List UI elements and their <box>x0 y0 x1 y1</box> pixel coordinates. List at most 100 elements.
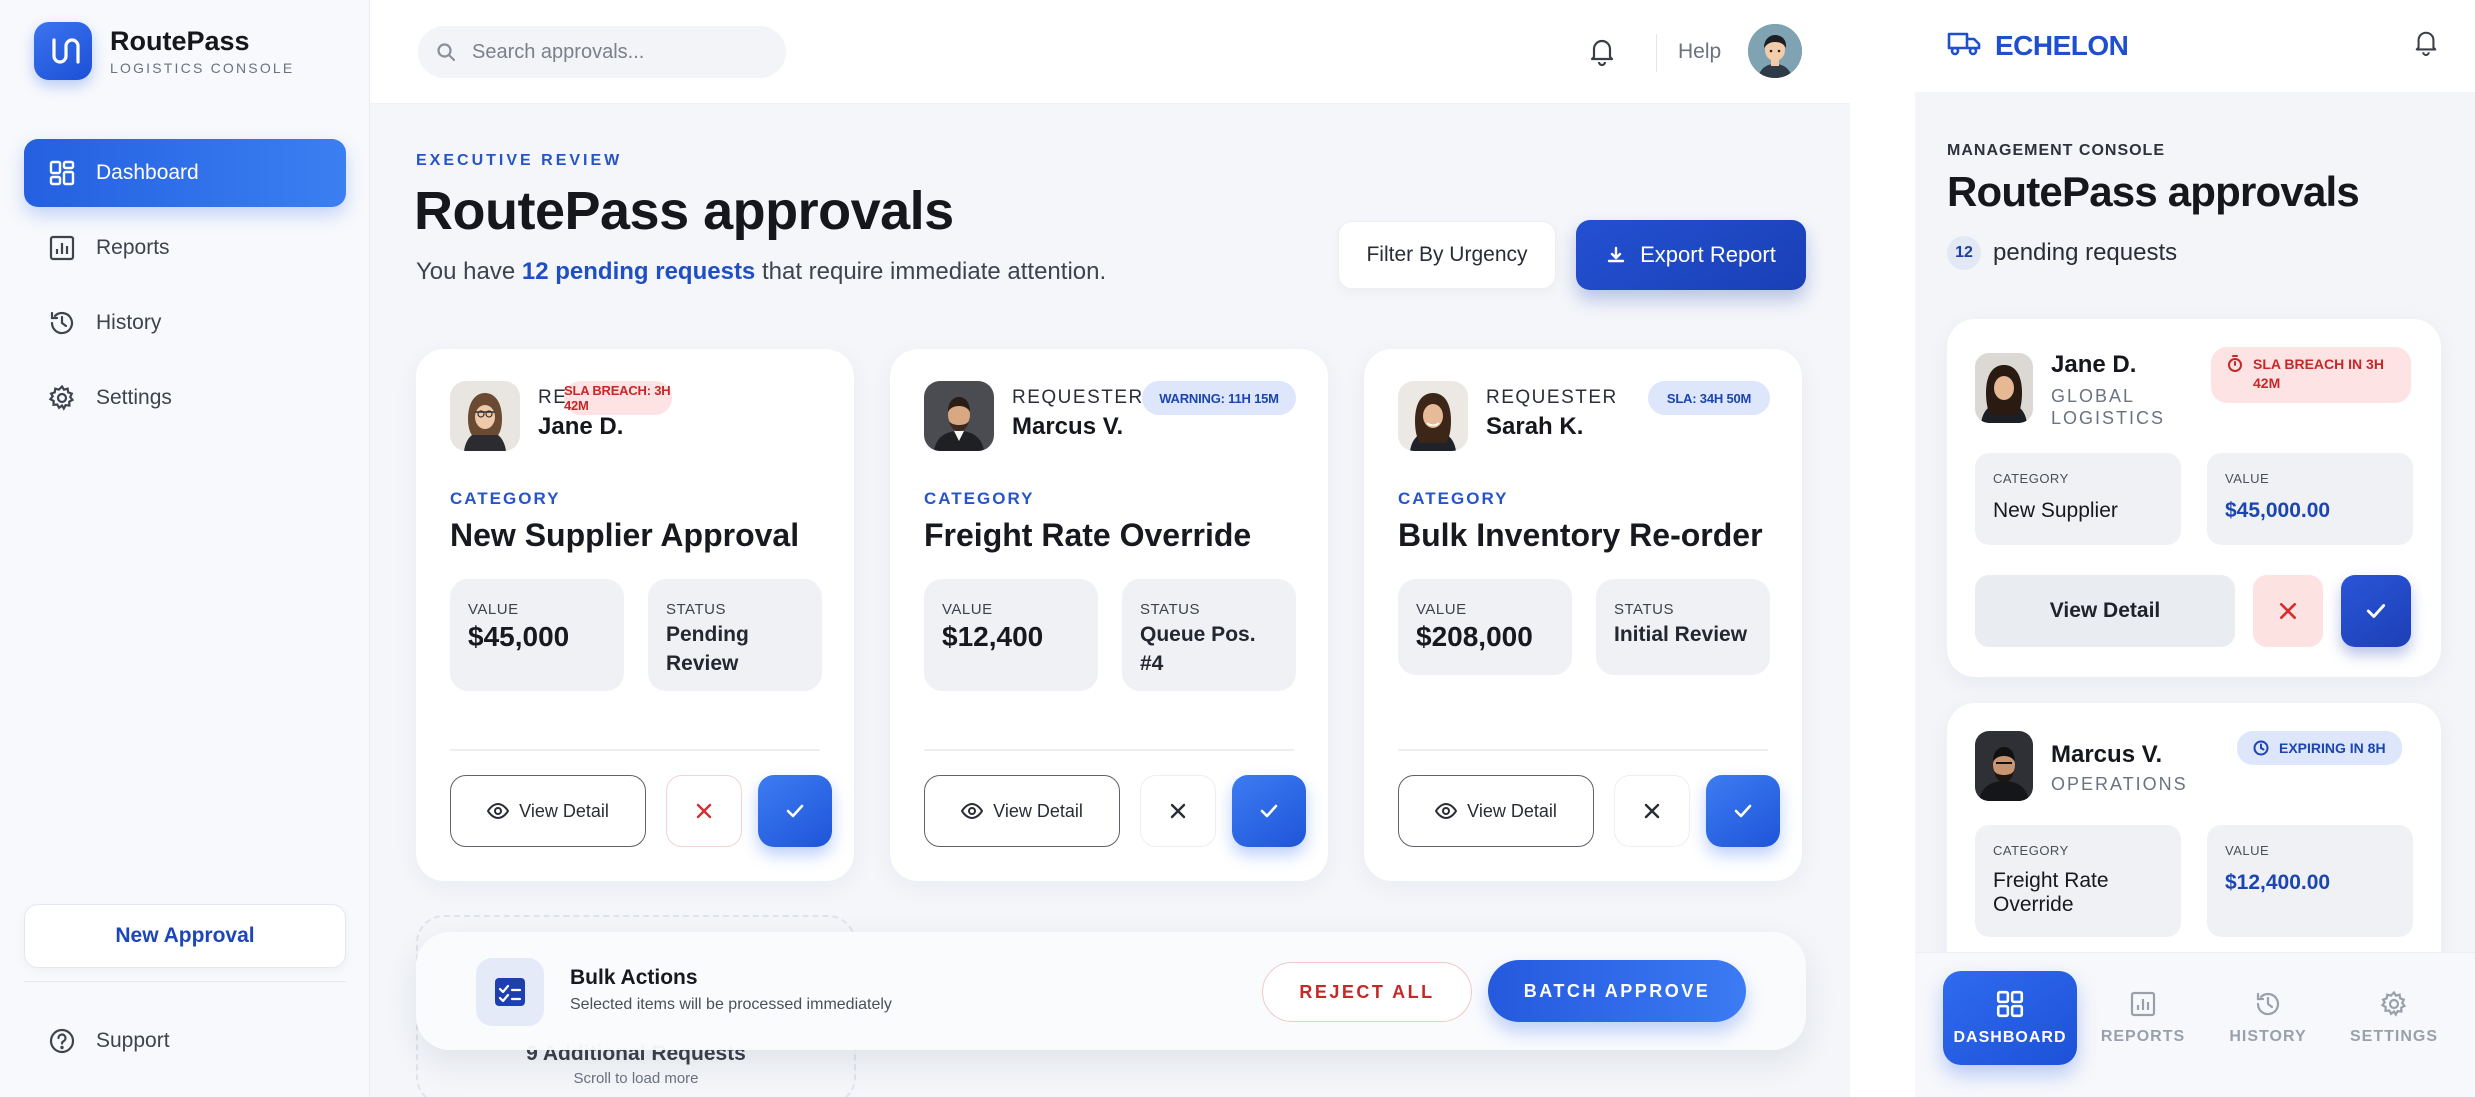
value-label: VALUE <box>468 601 519 618</box>
bulk-actions-bar: Bulk Actions Selected items will be proc… <box>416 932 1806 1050</box>
view-detail-button[interactable]: View Detail <box>1975 575 2235 647</box>
view-detail-button[interactable]: View Detail <box>450 775 646 847</box>
check-icon <box>1260 804 1278 818</box>
approve-button[interactable] <box>758 775 832 847</box>
approval-card: REQUESTER Jane D. SLA BREACH: 3H 42M CAT… <box>416 349 854 881</box>
reject-button[interactable] <box>1140 775 1216 847</box>
warning-badge: WARNING: 11H 15M <box>1142 381 1296 415</box>
pending-count-badge: 12 <box>1947 236 1981 270</box>
history-icon <box>50 311 74 335</box>
mobile-brand: ECHELON <box>1995 30 2129 61</box>
status-label: STATUS <box>1614 601 1674 618</box>
truck-icon <box>1947 30 1981 61</box>
value-label: VALUE <box>1416 601 1467 618</box>
app-name: RoutePass <box>110 26 250 56</box>
lead-text: You have <box>416 258 522 285</box>
tab-settings[interactable]: SETTINGS <box>2327 971 2461 1065</box>
tab-dashboard[interactable]: DASHBOARD <box>1943 971 2077 1065</box>
sla-breach-badge: SLA BREACH IN 3H 42M <box>2211 347 2411 403</box>
view-detail-button[interactable]: View Detail <box>924 775 1120 847</box>
help-link[interactable]: Help <box>1678 40 1721 64</box>
search-icon <box>437 43 456 62</box>
value-amount: $208,000 <box>1416 621 1533 652</box>
value-amount: $45,000 <box>468 621 570 652</box>
requester-name: Jane D. <box>2051 351 2137 378</box>
pending-count-link[interactable]: 12 pending requests <box>522 258 755 285</box>
value-tile: VALUE $45,000 <box>450 579 624 691</box>
requester-avatar <box>1975 731 2033 801</box>
mobile-view: ECHELON MANAGEMENT CONSOLE RoutePass app… <box>1915 0 2475 1097</box>
approve-button[interactable] <box>2341 575 2411 647</box>
sidebar-item-dashboard[interactable]: Dashboard <box>24 139 346 207</box>
new-approval-button[interactable]: New Approval <box>24 904 346 968</box>
approval-card: REQUESTER Sarah K. SLA: 34H 50M CATEGORY… <box>1364 349 1802 881</box>
status-value: Pending Review <box>666 623 749 675</box>
dashboard-icon <box>1996 990 2024 1018</box>
tab-label: SETTINGS <box>2349 1028 2438 1045</box>
additional-requests-hint: Scroll to load more <box>573 1070 699 1087</box>
check-icon <box>786 804 804 818</box>
badge-line: 42M <box>2253 375 2281 391</box>
sidebar-item-reports[interactable]: Reports <box>24 214 346 282</box>
value-label: VALUE <box>2225 471 2270 486</box>
sidebar-item-history[interactable]: History <box>24 289 346 357</box>
category-label: CATEGORY <box>1398 489 1509 508</box>
category-value: Freight Rate Override <box>1993 869 2109 917</box>
sla-badge: SLA: 34H 50M <box>1648 381 1770 415</box>
sidebar-item-label: Settings <box>96 386 172 409</box>
status-tile: STATUS Queue Pos. #4 <box>1122 579 1296 691</box>
requester-label: REQUESTER <box>1012 387 1144 408</box>
history-icon <box>2256 992 2280 1016</box>
search-input[interactable]: Search approvals... <box>418 26 786 78</box>
page-lead: You have 12 pending requests that requir… <box>416 258 1106 286</box>
category-title: New Supplier Approval <box>450 517 800 553</box>
status-value: Initial Review <box>1614 623 1748 646</box>
value-tile: VALUE $12,400 <box>924 579 1098 691</box>
sidebar-item-support[interactable]: Support <box>24 1007 346 1075</box>
value-tile: VALUE $208,000 <box>1398 579 1572 675</box>
mobile-bottom-nav: DASHBOARD REPORTS HISTORY SETTINGS <box>1915 952 2475 1097</box>
view-detail-button[interactable]: View Detail <box>1398 775 1594 847</box>
status-tile: STATUS Pending Review <box>648 579 822 691</box>
reject-button[interactable] <box>2253 575 2323 647</box>
tab-history[interactable]: HISTORY <box>2201 971 2335 1065</box>
expiring-text: EXPIRING IN 8H <box>2279 740 2386 756</box>
reports-icon <box>2130 991 2156 1017</box>
category-label: CATEGORY <box>1993 843 2069 858</box>
reject-button[interactable] <box>1614 775 1690 847</box>
card-divider <box>450 749 820 751</box>
category-title: Freight Rate Override <box>924 517 1252 553</box>
search-placeholder: Search approvals... <box>472 40 645 63</box>
status-label: STATUS <box>1140 601 1200 618</box>
reject-button[interactable] <box>666 775 742 847</box>
category-label: CATEGORY <box>1993 471 2069 486</box>
approval-card: REQUESTER Marcus V. WARNING: 11H 15M CAT… <box>890 349 1328 881</box>
export-report-label: Export Report <box>1640 242 1776 267</box>
requester-label: REQUESTER <box>1486 387 1618 408</box>
tab-reports[interactable]: REPORTS <box>2076 971 2210 1065</box>
card-divider <box>924 749 1294 751</box>
expiring-badge: EXPIRING IN 8H <box>2237 731 2402 765</box>
notifications-bell-icon[interactable] <box>1588 36 1616 71</box>
mobile-page-title: RoutePass approvals <box>1947 168 2360 215</box>
approve-button[interactable] <box>1232 775 1306 847</box>
reject-all-button[interactable]: REJECT ALL <box>1262 962 1472 1022</box>
value-amount: $45,000.00 <box>2225 499 2331 522</box>
status-tile: STATUS Initial Review <box>1596 579 1770 675</box>
mobile-approval-card: Jane D. GLOBAL LOGISTICS SLA BREACH IN 3… <box>1947 319 2441 677</box>
requester-avatar <box>1398 381 1468 451</box>
user-avatar[interactable] <box>1748 24 1802 78</box>
mobile-notifications-bell-icon[interactable] <box>2413 28 2439 61</box>
requester-name: Marcus V. <box>1012 413 1124 440</box>
sidebar-item-settings[interactable]: Settings <box>24 364 346 432</box>
reports-icon <box>49 235 75 261</box>
batch-approve-button[interactable]: BATCH APPROVE <box>1488 960 1746 1022</box>
lead-text: that require immediate attention. <box>755 258 1107 285</box>
filter-by-urgency-button[interactable]: Filter By Urgency <box>1338 221 1556 289</box>
export-report-button[interactable]: Export Report <box>1576 220 1806 290</box>
approve-button[interactable] <box>1706 775 1780 847</box>
view-detail-label: View Detail <box>1467 800 1557 821</box>
mobile-eyebrow: MANAGEMENT CONSOLE <box>1947 142 2165 159</box>
category-label: CATEGORY <box>450 489 561 508</box>
sidebar-item-label: History <box>96 311 162 334</box>
